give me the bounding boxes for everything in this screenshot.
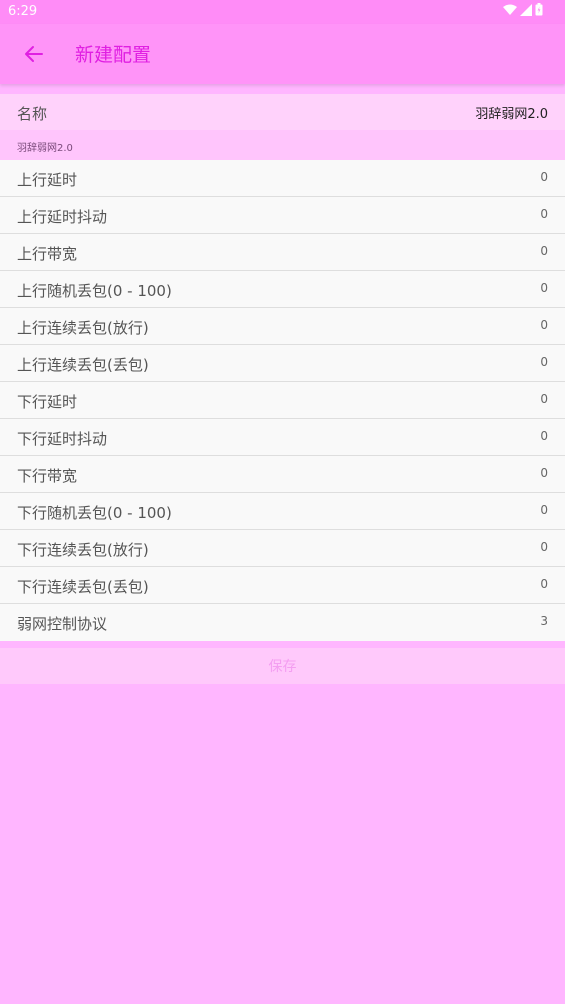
wifi-icon [503, 4, 517, 15]
page-title: 新建配置 [75, 44, 152, 66]
signal-icon [520, 3, 532, 16]
status-icons [503, 3, 543, 16]
setting-value: 0 [540, 318, 548, 332]
setting-row-uplink-bandwidth[interactable]: 上行带宽 0 [0, 234, 565, 271]
section-header: 羽辞弱网2.0 [0, 130, 565, 160]
setting-label: 下行延时抖动 [17, 430, 108, 448]
setting-row-control-protocol[interactable]: 弱网控制协议 3 [0, 604, 565, 641]
app-bar: 新建配置 [0, 24, 565, 84]
setting-value: 0 [540, 503, 548, 517]
arrow-left-icon [25, 46, 43, 62]
setting-label: 上行延时抖动 [17, 208, 108, 226]
save-button[interactable]: 保存 [0, 648, 565, 684]
setting-row-downlink-delay[interactable]: 下行延时 0 [0, 382, 565, 419]
setting-value: 0 [540, 244, 548, 258]
status-bar: 6:29 [0, 0, 565, 24]
setting-label: 上行带宽 [17, 245, 78, 263]
setting-row-downlink-burst-pass[interactable]: 下行连续丢包(放行) 0 [0, 530, 565, 567]
battery-icon [535, 3, 543, 16]
setting-value: 0 [540, 540, 548, 554]
setting-value: 0 [540, 392, 548, 406]
setting-label: 下行连续丢包(丢包) [17, 578, 149, 596]
setting-row-uplink-delay[interactable]: 上行延时 0 [0, 160, 565, 197]
setting-row-downlink-delay-jitter[interactable]: 下行延时抖动 0 [0, 419, 565, 456]
name-field[interactable]: 名称 羽辞弱网2.0 [0, 94, 565, 130]
name-field-label: 名称 [17, 105, 48, 123]
setting-row-downlink-bandwidth[interactable]: 下行带宽 0 [0, 456, 565, 493]
setting-value: 0 [540, 207, 548, 221]
setting-label: 上行随机丢包(0 - 100) [17, 282, 172, 300]
setting-value: 0 [540, 281, 548, 295]
setting-row-uplink-delay-jitter[interactable]: 上行延时抖动 0 [0, 197, 565, 234]
setting-row-uplink-burst-drop[interactable]: 上行连续丢包(丢包) 0 [0, 345, 565, 382]
section-header-text: 羽辞弱网2.0 [17, 143, 73, 154]
setting-row-downlink-random-loss[interactable]: 下行随机丢包(0 - 100) 0 [0, 493, 565, 530]
setting-label: 弱网控制协议 [17, 615, 108, 633]
setting-row-uplink-burst-pass[interactable]: 上行连续丢包(放行) 0 [0, 308, 565, 345]
setting-value: 0 [540, 577, 548, 591]
setting-label: 上行延时 [17, 171, 78, 189]
setting-value: 3 [540, 614, 548, 628]
setting-label: 下行随机丢包(0 - 100) [17, 504, 172, 522]
setting-label: 下行延时 [17, 393, 78, 411]
back-button[interactable] [22, 42, 46, 66]
setting-value: 0 [540, 429, 548, 443]
setting-value: 0 [540, 355, 548, 369]
setting-label: 下行带宽 [17, 467, 78, 485]
setting-value: 0 [540, 466, 548, 480]
status-time: 6:29 [8, 4, 38, 19]
setting-label: 上行连续丢包(放行) [17, 319, 149, 337]
setting-row-uplink-random-loss[interactable]: 上行随机丢包(0 - 100) 0 [0, 271, 565, 308]
setting-label: 下行连续丢包(放行) [17, 541, 149, 559]
setting-label: 上行连续丢包(丢包) [17, 356, 149, 374]
settings-list: 上行延时 0 上行延时抖动 0 上行带宽 0 上行随机丢包(0 - 100) 0… [0, 160, 565, 641]
setting-value: 0 [540, 170, 548, 184]
setting-row-downlink-burst-drop[interactable]: 下行连续丢包(丢包) 0 [0, 567, 565, 604]
name-field-value[interactable]: 羽辞弱网2.0 [475, 103, 548, 122]
